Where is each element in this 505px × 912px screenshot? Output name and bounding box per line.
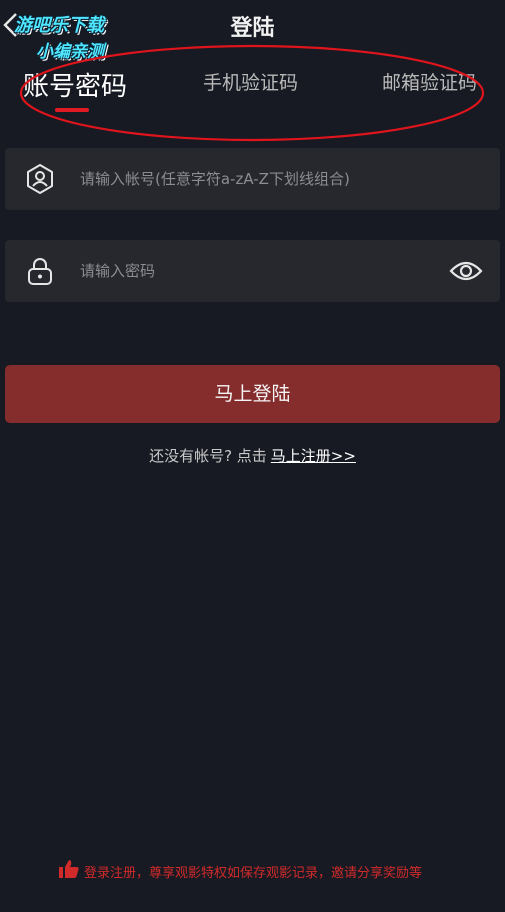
annotation-ellipse <box>19 44 485 142</box>
thumbs-up-icon <box>59 860 79 878</box>
password-input[interactable]: 请输入密码 <box>80 260 155 281</box>
user-icon <box>27 164 53 194</box>
account-field[interactable]: 请输入帐号(任意字符a-zA-Z下划线组合) <box>5 148 500 210</box>
login-button[interactable]: 马上登陆 <box>5 365 500 423</box>
watermark-line-1: 游吧乐下载 <box>14 15 104 36</box>
password-field[interactable]: 请输入密码 <box>5 240 500 302</box>
lock-icon <box>28 258 52 285</box>
register-link[interactable]: 马上注册>> <box>271 447 356 465</box>
eye-icon[interactable] <box>449 258 483 284</box>
register-prompt-text: 还没有帐号? 点击 <box>149 447 267 465</box>
register-prompt: 还没有帐号? 点击 马上注册>> <box>0 445 505 466</box>
footer-note: 登录注册，尊享观影特权如保存观影记录，邀请分享奖励等 <box>84 866 423 881</box>
account-input[interactable]: 请输入帐号(任意字符a-zA-Z下划线组合) <box>80 168 350 189</box>
